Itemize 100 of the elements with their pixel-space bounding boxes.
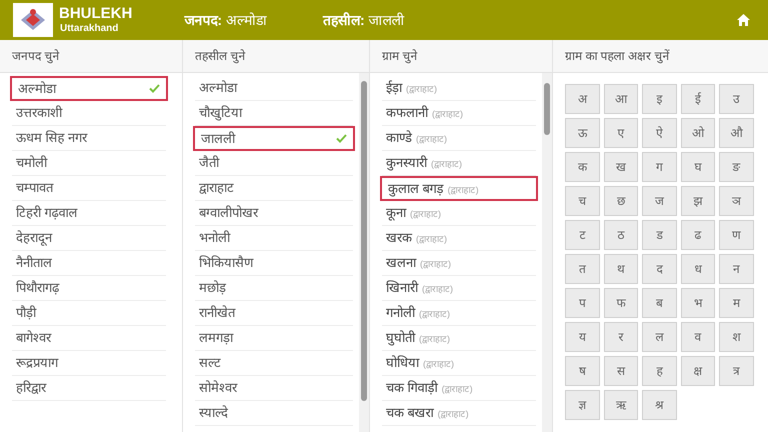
letter-button[interactable]: झ <box>680 186 716 216</box>
letter-button[interactable]: स <box>604 356 638 386</box>
letter-button[interactable]: ब <box>642 288 677 318</box>
letter-button[interactable]: ऋ <box>604 390 638 420</box>
tehsil-hint: (द्वाराहाट) <box>423 358 454 372</box>
list-item[interactable]: मछोड़ <box>195 276 353 301</box>
letter-button[interactable]: ए <box>604 118 638 148</box>
list-item[interactable]: खरक (द्वाराहाट) <box>382 226 536 251</box>
letter-button[interactable]: ङ <box>719 152 754 182</box>
letter-button[interactable]: छ <box>604 186 638 216</box>
letter-button[interactable]: ऐ <box>642 118 677 148</box>
list-item[interactable]: सल्ट <box>195 351 353 376</box>
letter-button[interactable]: ऊ <box>565 118 600 148</box>
letter-button[interactable]: र <box>604 322 638 352</box>
list-item[interactable]: लमगड़ा <box>195 326 353 351</box>
item-label: रानीखेत <box>199 304 235 322</box>
item-label: टिहरी गढ़वाल <box>16 204 78 222</box>
list-item[interactable]: अल्मोडा <box>195 76 353 101</box>
list-item[interactable]: ईड़ा (द्वाराहाट) <box>382 76 536 101</box>
brand-title: BHULEKH <box>59 6 132 21</box>
list-item[interactable]: अल्मोडा <box>10 76 168 101</box>
list-item[interactable]: रानीखेत <box>195 301 353 326</box>
letter-button[interactable]: ध <box>680 254 716 284</box>
letter-button[interactable]: ओ <box>680 118 716 148</box>
list-item[interactable]: कुलाल बगड़ (द्वाराहाट) <box>380 176 538 201</box>
list-item[interactable]: भिकियासैण <box>195 251 353 276</box>
letter-button[interactable]: औ <box>719 118 754 148</box>
list-item[interactable]: पिथौरागढ़ <box>12 276 166 301</box>
list-item[interactable]: बागेश्वर <box>12 326 166 351</box>
list-item[interactable]: चम्पावत <box>12 176 166 201</box>
letter-button[interactable]: श्र <box>642 390 677 420</box>
list-item[interactable]: खलना (द्वाराहाट) <box>382 251 536 276</box>
list-item[interactable]: पौड़ी <box>12 301 166 326</box>
list-item[interactable]: भनोली <box>195 226 353 251</box>
list-item[interactable]: सोमेश्वर <box>195 376 353 401</box>
list-item[interactable]: कूना (द्वाराहाट) <box>382 201 536 226</box>
district-value: अल्मोडा <box>226 10 268 30</box>
letter-button[interactable]: ई <box>680 84 716 114</box>
scrollbar[interactable] <box>359 73 369 432</box>
letter-button[interactable]: ह <box>642 356 677 386</box>
list-item[interactable]: नैनीताल <box>12 251 166 276</box>
letter-button[interactable]: अ <box>565 84 600 114</box>
letter-button[interactable]: ज <box>642 186 677 216</box>
home-icon[interactable] <box>737 14 750 26</box>
letter-button[interactable]: ण <box>719 220 754 250</box>
letter-button[interactable]: ज्ञ <box>565 390 600 420</box>
letter-button[interactable]: च <box>565 186 600 216</box>
list-item[interactable]: कफलानी (द्वाराहाट) <box>382 101 536 126</box>
letter-button[interactable]: भ <box>680 288 716 318</box>
list-item[interactable]: चक गिवाड़ी (द्वाराहाट) <box>382 376 536 401</box>
letter-button[interactable]: प <box>565 288 600 318</box>
letter-button[interactable]: थ <box>604 254 638 284</box>
letter-button[interactable]: क्ष <box>680 356 716 386</box>
letter-button[interactable]: इ <box>642 84 677 114</box>
list-item[interactable]: रूद्रप्रयाग <box>12 351 166 376</box>
letter-button[interactable]: ञ <box>719 186 754 216</box>
list-item[interactable]: घोधिया (द्वाराहाट) <box>382 351 536 376</box>
letter-button[interactable]: न <box>719 254 754 284</box>
letter-button[interactable]: य <box>565 322 600 352</box>
letter-button[interactable]: ल <box>642 322 677 352</box>
scrollbar[interactable] <box>542 73 552 432</box>
list-item[interactable]: हरिद्वार <box>12 376 166 401</box>
letter-button[interactable]: क <box>565 152 600 182</box>
letter-button[interactable]: ग <box>642 152 677 182</box>
list-item[interactable]: कुनस्यारी (द्वाराहाट) <box>382 151 536 176</box>
list-item[interactable]: काण्डे (द्वाराहाट) <box>382 126 536 151</box>
letter-button[interactable]: ट <box>565 220 600 250</box>
letter-button[interactable]: घ <box>680 152 716 182</box>
list-item[interactable]: उत्तरकाशी <box>12 101 166 126</box>
letter-button[interactable]: त <box>565 254 600 284</box>
item-label: अल्मोडा <box>18 80 56 98</box>
letter-button[interactable]: आ <box>604 84 638 114</box>
list-item[interactable]: खिनारी (द्वाराहाट) <box>382 276 536 301</box>
letter-button[interactable]: ख <box>604 152 638 182</box>
letter-button[interactable]: श <box>719 322 754 352</box>
letter-button[interactable]: ष <box>565 356 600 386</box>
list-item[interactable]: टिहरी गढ़वाल <box>12 201 166 226</box>
letter-button[interactable]: ठ <box>604 220 638 250</box>
list-item[interactable]: ऊधम सिह नगर <box>12 126 166 151</box>
letter-button[interactable]: ढ <box>680 220 716 250</box>
list-item[interactable]: गनोली (द्वाराहाट) <box>382 301 536 326</box>
letter-button[interactable]: व <box>680 322 716 352</box>
letter-button[interactable]: उ <box>719 84 754 114</box>
list-item[interactable]: बग्वालीपोखर <box>195 201 353 226</box>
village-name: कफलानी <box>386 104 428 122</box>
letter-button[interactable]: फ <box>604 288 638 318</box>
list-item[interactable]: देहरादून <box>12 226 166 251</box>
list-item[interactable]: जैती <box>195 151 353 176</box>
list-item[interactable]: स्याल्दे <box>195 401 353 426</box>
list-item[interactable]: चमोली <box>12 151 166 176</box>
list-item[interactable]: चक बखरा (द्वाराहाट) <box>382 401 536 426</box>
letter-button[interactable]: त्र <box>719 356 754 386</box>
logo-icon <box>13 3 53 37</box>
list-item[interactable]: चौखुटिया <box>195 101 353 126</box>
letter-button[interactable]: ड <box>642 220 677 250</box>
list-item[interactable]: जालली <box>193 126 355 151</box>
list-item[interactable]: द्वाराहाट <box>195 176 353 201</box>
letter-button[interactable]: द <box>642 254 677 284</box>
list-item[interactable]: घुघोती (द्वाराहाट) <box>382 326 536 351</box>
letter-button[interactable]: म <box>719 288 754 318</box>
